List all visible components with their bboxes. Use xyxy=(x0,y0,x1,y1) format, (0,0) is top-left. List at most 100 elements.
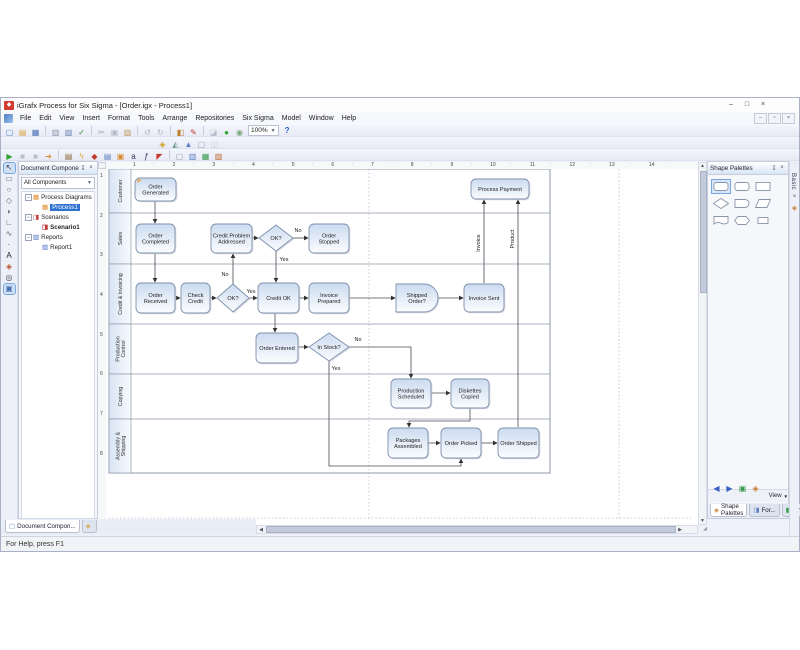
paste-icon[interactable]: ▨ xyxy=(122,128,133,138)
diagram-canvas[interactable]: CustomerSalesCredit & InvoicingProductio… xyxy=(106,169,698,525)
scroll-down-icon[interactable]: ▼ xyxy=(699,518,706,524)
step-icon[interactable]: ➔ xyxy=(43,152,54,162)
resource-pin-icon[interactable]: ◆ xyxy=(89,152,100,162)
node-in-stock[interactable]: In Stock? xyxy=(309,333,350,362)
tab-shape-palettes[interactable]: ◈Shape Palettes xyxy=(710,504,747,517)
node-order-generated[interactable]: OrderGenerated xyxy=(135,178,177,202)
node-order-received[interactable]: OrderReceived xyxy=(136,283,176,314)
back-arrow-icon[interactable]: ◀ xyxy=(711,484,722,494)
close-icon[interactable]: × xyxy=(87,165,95,171)
components-filter-select[interactable]: All Components▼ xyxy=(21,177,95,189)
tree-item-reports[interactable]: −▥Reports xyxy=(22,232,94,242)
help-icon[interactable]: ? xyxy=(285,126,290,135)
node-production-scheduled[interactable]: ProductionScheduled xyxy=(391,379,432,409)
run-icon[interactable]: ▶ xyxy=(4,152,15,162)
palette-shape-decision[interactable] xyxy=(711,196,731,211)
node-diskettes-copied[interactable]: DiskettesCopied xyxy=(451,379,490,409)
node-credit-problem-addressed[interactable]: Credit ProblemAddressed xyxy=(211,224,253,254)
palette-toggle-icon[interactable]: ▣ xyxy=(4,284,15,294)
tab-for-[interactable]: ◨For... xyxy=(749,504,779,517)
close-button[interactable]: × xyxy=(755,99,771,110)
point-tool-icon[interactable]: · xyxy=(4,240,15,250)
palette-shape-preparation[interactable] xyxy=(732,213,752,228)
node-invoice-prepared[interactable]: InvoicePrepared xyxy=(309,283,350,314)
view-button[interactable]: View▼ xyxy=(769,493,788,499)
stop-run-icon[interactable]: ◉ xyxy=(234,128,245,138)
scenario-book-icon[interactable]: ▤ xyxy=(63,152,74,162)
new-document-icon[interactable]: ▢ xyxy=(4,128,15,138)
select-tool-icon[interactable]: ↖ xyxy=(4,163,15,173)
stop-icon[interactable]: ■ xyxy=(30,152,41,162)
flow-connector[interactable] xyxy=(349,347,411,378)
horizontal-scrollbar[interactable]: ◀ ▶ xyxy=(256,525,698,534)
open-folder-icon[interactable]: ▤ xyxy=(17,128,28,138)
color-tool-icon[interactable]: ◈ xyxy=(4,262,15,272)
scroll-right-icon[interactable]: ▶ xyxy=(676,527,684,533)
oval-tool-icon[interactable]: ○ xyxy=(4,185,15,195)
function-icon[interactable]: ƒ xyxy=(141,152,152,162)
node-shipped-order[interactable]: ShippedOrder? xyxy=(396,284,439,313)
new-report-icon[interactable]: ▢ xyxy=(174,152,185,162)
print-preview-icon[interactable]: ▧ xyxy=(63,128,74,138)
tab-basic[interactable]: Basic xyxy=(790,173,796,190)
menu-window[interactable]: Window xyxy=(305,115,338,122)
connector-tool-icon[interactable]: ∟ xyxy=(4,218,15,228)
print-icon[interactable]: ▥ xyxy=(50,128,61,138)
chart1-icon[interactable]: ▥ xyxy=(187,152,198,162)
vertical-scroll-thumb[interactable] xyxy=(700,171,707,293)
flag-icon[interactable]: ◤ xyxy=(154,152,165,162)
node-process-payment[interactable]: Process Payment xyxy=(471,179,530,200)
chart3-icon[interactable]: ▧ xyxy=(213,152,224,162)
flow-connector[interactable] xyxy=(409,408,470,427)
save-icon[interactable]: ▦ xyxy=(30,128,41,138)
close-icon[interactable]: × xyxy=(790,194,799,200)
curve-tool-icon[interactable]: ∿ xyxy=(4,229,15,239)
node-ok-credit[interactable]: OK? xyxy=(217,284,250,313)
palette-shape-delay[interactable] xyxy=(732,196,752,211)
shape-tool-icon[interactable]: ▭ xyxy=(4,174,15,184)
palette-shape-input-output[interactable] xyxy=(753,196,773,211)
title-bar[interactable]: ◆ iGrafx Process for Six Sigma - [Order.… xyxy=(1,98,799,112)
pause-icon[interactable]: ■ xyxy=(17,152,28,162)
pin-icon[interactable]: ↧ xyxy=(770,165,778,172)
undo-icon[interactable]: ↺ xyxy=(142,128,153,138)
package-icon[interactable]: ▣ xyxy=(115,152,126,162)
mdi-restore-button[interactable]: ▫ xyxy=(768,113,781,124)
zoom-tool-icon[interactable]: ◎ xyxy=(4,273,15,283)
horizontal-scroll-thumb[interactable] xyxy=(266,526,676,533)
menu-model[interactable]: Model xyxy=(278,115,305,122)
copy-icon[interactable]: ▣ xyxy=(109,128,120,138)
mdi-close-button[interactable]: × xyxy=(782,113,795,124)
node-order-entered[interactable]: Order Entered xyxy=(256,333,299,364)
vertical-scrollbar[interactable]: ▲ ▼ xyxy=(698,162,707,525)
report-book-icon[interactable]: ▤ xyxy=(102,152,113,162)
tree-item-process-diagrams[interactable]: −▦Process Diagrams xyxy=(22,192,94,202)
node-invoice-sent[interactable]: Invoice Sent xyxy=(464,284,505,313)
palette-icon[interactable]: ◈ xyxy=(750,484,761,494)
decision-tool-icon[interactable]: ◇ xyxy=(4,196,15,206)
expander-icon[interactable]: − xyxy=(25,214,32,221)
text-tool-icon[interactable]: A xyxy=(4,251,15,261)
node-order-stopped[interactable]: OrderStopped xyxy=(309,224,350,254)
pin-icon[interactable]: ↧ xyxy=(79,165,87,172)
palette-shape-subprocess[interactable] xyxy=(753,213,773,228)
scroll-up-icon[interactable]: ▲ xyxy=(699,163,706,169)
tab-palette-tab-icon[interactable]: ◈ xyxy=(82,520,97,533)
node-credit-ok[interactable]: Credit OK xyxy=(258,283,300,314)
menu-help[interactable]: Help xyxy=(338,115,360,122)
node-order-shipped[interactable]: Order Shipped xyxy=(498,428,540,459)
palette-shape-alt-process[interactable] xyxy=(732,179,752,194)
start-run-icon[interactable]: ● xyxy=(221,128,232,138)
node-order-picked[interactable]: Order Picked xyxy=(441,428,482,459)
palette-icon[interactable]: ◈ xyxy=(790,204,799,212)
palette-shape-process[interactable] xyxy=(711,179,731,194)
scroll-left-icon[interactable]: ◀ xyxy=(257,527,265,533)
node-order-completed[interactable]: OrderCompleted xyxy=(136,224,176,254)
node-ok-sales[interactable]: OK? xyxy=(259,225,294,252)
tree-item-process1[interactable]: ▦Process1 xyxy=(22,202,94,212)
zoom-select[interactable]: 100%▼ xyxy=(248,125,279,136)
palette-shape-operation[interactable] xyxy=(753,179,773,194)
attribute-icon[interactable]: a xyxy=(128,152,139,162)
tree-item-scenario1[interactable]: ◨Scenario1 xyxy=(22,222,94,232)
maximize-button[interactable]: □ xyxy=(739,99,755,110)
